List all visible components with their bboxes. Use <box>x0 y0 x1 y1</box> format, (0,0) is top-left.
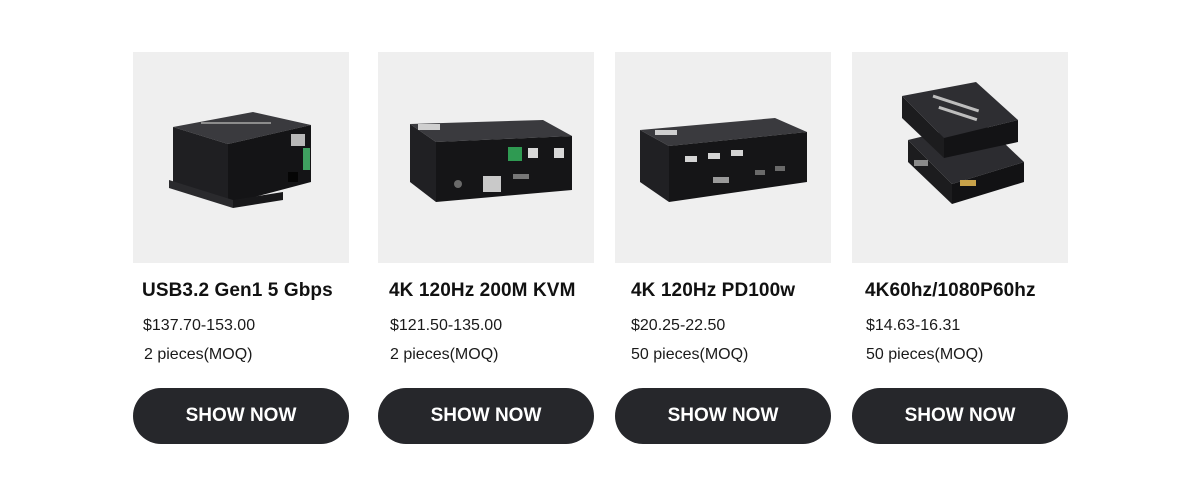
show-now-button[interactable]: SHOW NOW <box>133 388 349 444</box>
product-image[interactable] <box>378 52 594 263</box>
product-moq: 2 pieces(MOQ) <box>144 346 253 363</box>
product-title[interactable]: 4K 120Hz 200M KVM <box>389 280 576 302</box>
product-title[interactable]: 4K60hz/1080P60hz <box>865 280 1036 302</box>
typec-kvm-switch-icon <box>640 118 807 202</box>
usb-extender-box-icon <box>169 112 311 208</box>
product-image[interactable] <box>615 52 831 263</box>
product-price: $121.50-135.00 <box>390 317 503 334</box>
product-title[interactable]: USB3.2 Gen1 5 Gbps <box>142 280 333 302</box>
product-moq: 50 pieces(MOQ) <box>866 346 984 363</box>
product-title[interactable]: 4K 120Hz PD100w <box>631 280 795 302</box>
product-moq: 50 pieces(MOQ) <box>631 346 749 363</box>
product-image[interactable] <box>852 52 1068 263</box>
hdmi-splitter-icon <box>902 82 1024 204</box>
product-price: $20.25-22.50 <box>631 317 726 334</box>
kvm-ip-extender-icon <box>410 120 572 202</box>
product-price: $137.70-153.00 <box>143 317 256 334</box>
show-now-button[interactable]: SHOW NOW <box>615 388 831 444</box>
show-now-button[interactable]: SHOW NOW <box>378 388 594 444</box>
product-moq: 2 pieces(MOQ) <box>390 346 499 363</box>
product-image[interactable] <box>133 52 349 263</box>
product-price: $14.63-16.31 <box>866 317 961 334</box>
show-now-button[interactable]: SHOW NOW <box>852 388 1068 444</box>
